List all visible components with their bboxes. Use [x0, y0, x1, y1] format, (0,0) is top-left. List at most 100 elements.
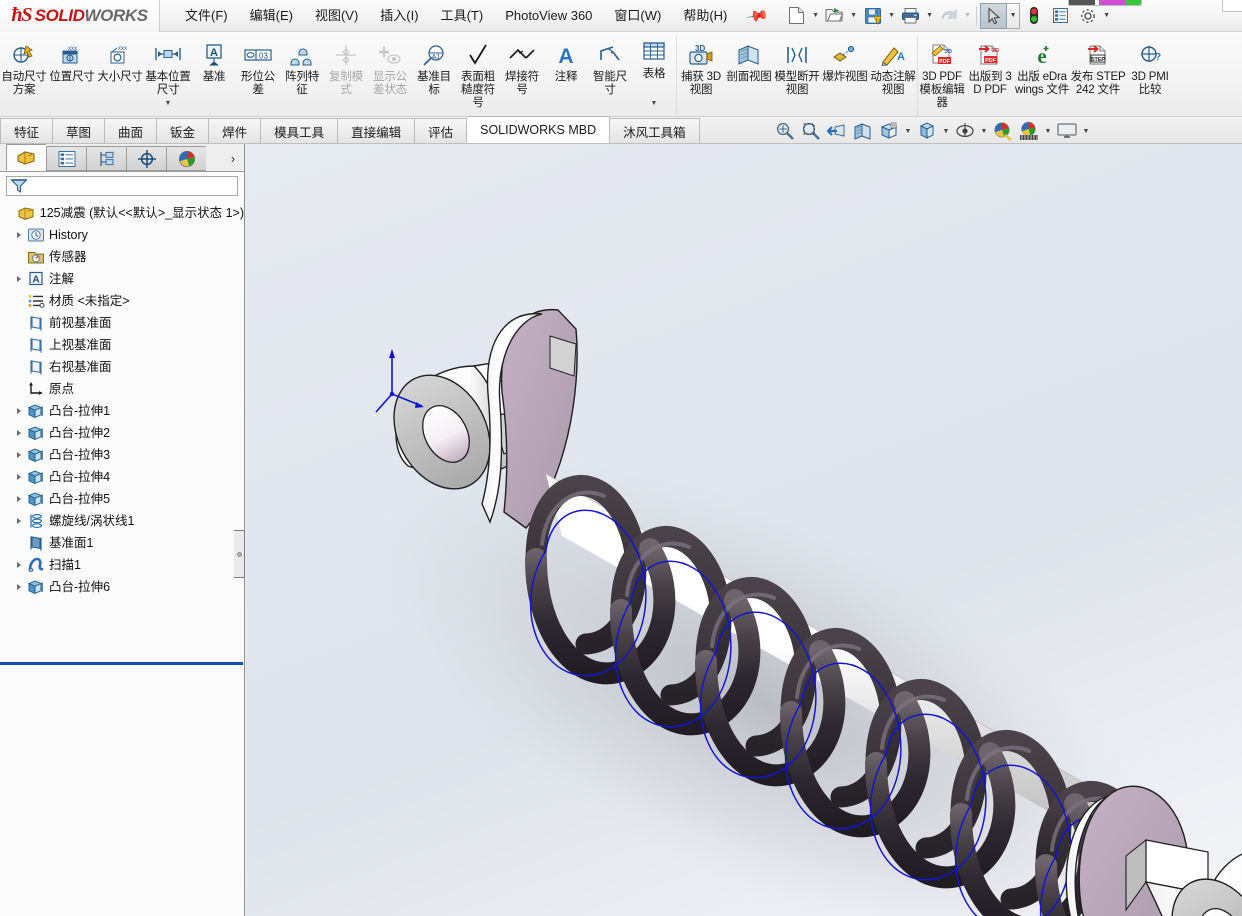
cmd-smart-dimension[interactable]: 智能尺寸 [588, 36, 632, 108]
cmd-capture-3d-view[interactable]: 3D 捕获 3D 视图 [677, 36, 725, 108]
cmd-exploded-view[interactable]: 爆炸视图 [821, 36, 869, 108]
tab-mold-tools[interactable]: 模具工具 [261, 118, 339, 143]
cmd-3d-pmi-compare[interactable]: ? 3D PMI 比较 [1126, 36, 1174, 108]
tree-node-boss-extrude-4[interactable]: 凸台-拉伸4 [2, 466, 244, 488]
expand-arrow-icon[interactable] [12, 422, 26, 444]
floating-popup-clipped-2[interactable] [1222, 0, 1242, 12]
cmd-surface-finish[interactable]: 表面粗糙度符号 [456, 36, 500, 110]
tree-node-plane-1[interactable]: 基准面1 [2, 532, 244, 554]
feature-tree-filter-input[interactable] [6, 176, 238, 196]
view-settings-caret-icon[interactable]: ▼ [1080, 119, 1092, 143]
view-orientation-caret-icon[interactable]: ▼ [902, 119, 914, 143]
cmd-size-dimension[interactable]: xxx 大小尺寸 [96, 36, 144, 108]
cmd-weld-symbol[interactable]: 焊接符号 [500, 36, 544, 108]
cmd-note[interactable]: A 注释 [544, 36, 588, 108]
feature-manager-tab[interactable] [6, 144, 46, 171]
graphics-area[interactable] [246, 144, 1242, 916]
solidworks-logo[interactable]: ћS SOLIDWORKS [0, 0, 160, 32]
tab-weldments[interactable]: 焊件 [209, 118, 262, 143]
cmd-broken-view[interactable]: 模型断开视图 [773, 36, 821, 108]
cmd-datum-target[interactable]: A1 基准目标 [412, 36, 456, 108]
tab-surfaces[interactable]: 曲面 [105, 118, 158, 143]
tab-sketch[interactable]: 草图 [53, 118, 106, 143]
expand-arrow-icon[interactable] [12, 488, 26, 510]
cmd-datum[interactable]: A 基准 [192, 36, 236, 108]
cmd-3d-pdf-template-editor[interactable]: PDF 3D 3D PDF 模板编辑器 [918, 36, 966, 110]
hide-show-caret-icon[interactable]: ▼ [978, 119, 990, 143]
tree-node-right-plane[interactable]: 右视基准面 [2, 356, 244, 378]
menu-window[interactable]: 窗口(W) [603, 4, 672, 28]
view-settings-icon[interactable] [1054, 119, 1080, 143]
cmd-geometric-tolerance[interactable]: 03 形位公差 [236, 36, 280, 108]
cmd-publish-step242[interactable]: STEP 发布 STEP 242 文件 [1070, 36, 1126, 108]
menu-tools[interactable]: 工具(T) [430, 4, 495, 28]
chevron-down-icon[interactable]: ▼ [165, 100, 172, 107]
cmd-basic-location-dimension[interactable]: 基本位置尺寸 ▼ [144, 36, 192, 108]
dimxpert-manager-tab[interactable] [126, 146, 166, 171]
tab-solidworks-mbd[interactable]: SOLIDWORKS MBD [467, 116, 611, 143]
tab-mufeng-toolbox[interactable]: 沐风工具箱 [610, 118, 700, 143]
expand-arrow-icon[interactable] [12, 224, 26, 246]
cmd-pattern-feature[interactable]: 阵列特征 [280, 36, 324, 108]
display-style-icon[interactable] [914, 119, 940, 143]
cmd-publish-edrawings[interactable]: e 出版 eDrawings 文件 [1014, 36, 1070, 108]
tab-direct-editing[interactable]: 直接编辑 [338, 118, 416, 143]
edit-appearance-icon[interactable] [990, 119, 1016, 143]
options-gear-icon[interactable] [1074, 3, 1101, 29]
tab-sheet-metal[interactable]: 钣金 [157, 118, 210, 143]
tab-features[interactable]: 特征 [0, 118, 54, 143]
floating-popup-clipped[interactable] [1068, 0, 1142, 6]
display-manager-tab[interactable] [166, 146, 206, 171]
open-document-icon[interactable] [821, 3, 848, 29]
menu-insert[interactable]: 插入(I) [369, 4, 429, 28]
tab-evaluate[interactable]: 评估 [415, 118, 468, 143]
apply-scene-caret-icon[interactable]: ▼ [1042, 119, 1054, 143]
tree-node-boss-extrude-1[interactable]: 凸台-拉伸1 [2, 400, 244, 422]
undo-caret-icon[interactable]: ▼ [962, 3, 973, 29]
menu-photoview[interactable]: PhotoView 360 [494, 4, 603, 28]
tree-node-boss-extrude-3[interactable]: 凸台-拉伸3 [2, 444, 244, 466]
display-style-caret-icon[interactable]: ▼ [940, 119, 952, 143]
expand-arrow-icon[interactable] [12, 268, 26, 290]
tree-node-boss-extrude-5[interactable]: 凸台-拉伸5 [2, 488, 244, 510]
chevron-right-icon[interactable]: › [222, 146, 244, 171]
tree-node-sweep-1[interactable]: 扫描1 [2, 554, 244, 576]
tree-node-helix-spiral-1[interactable]: 螺旋线/涡状线1 [2, 510, 244, 532]
expand-arrow-icon[interactable] [12, 466, 26, 488]
tree-node-boss-extrude-2[interactable]: 凸台-拉伸2 [2, 422, 244, 444]
rollback-bar[interactable] [0, 662, 243, 665]
expand-arrow-icon[interactable] [12, 554, 26, 576]
cmd-location-dimension[interactable]: xxx 位置尺寸 [48, 36, 96, 108]
cmd-section-view[interactable]: 剖面视图 [725, 36, 773, 108]
tree-node-boss-extrude-6[interactable]: 凸台-拉伸6 [2, 576, 244, 598]
previous-view-icon[interactable] [824, 119, 850, 143]
menu-view[interactable]: 视图(V) [304, 4, 369, 28]
cmd-publish-3d-pdf[interactable]: PDF 3D 出版到 3D PDF [966, 36, 1014, 108]
zoom-to-fit-icon[interactable] [772, 119, 798, 143]
apply-scene-icon[interactable] [1016, 119, 1042, 143]
save-document-icon[interactable]: ! [859, 3, 886, 29]
property-manager-tab[interactable] [46, 146, 86, 171]
cmd-table[interactable]: 表格 ▼ [632, 36, 676, 108]
tree-node-front-plane[interactable]: 前视基准面 [2, 312, 244, 334]
pushpin-icon[interactable]: 📌 [745, 3, 771, 29]
tree-node-material[interactable]: 材质 <未指定> [2, 290, 244, 312]
select-pointer-icon[interactable] [980, 2, 1008, 29]
options-caret-icon[interactable]: ▼ [1101, 3, 1112, 29]
menu-help[interactable]: 帮助(H) [672, 4, 738, 28]
expand-arrow-icon[interactable] [12, 576, 26, 598]
expand-arrow-icon[interactable] [12, 510, 26, 532]
view-orientation-icon[interactable] [876, 119, 902, 143]
new-document-icon[interactable] [783, 3, 810, 29]
expand-arrow-icon[interactable] [12, 400, 26, 422]
tree-root-node[interactable]: 125减震 (默认<<默认>_显示状态 1>) [2, 202, 244, 224]
panel-splitter-handle[interactable] [234, 530, 245, 578]
new-document-caret-icon[interactable]: ▼ [810, 3, 821, 29]
cmd-dynamic-annotation-view[interactable]: A 动态注解视图 [869, 36, 917, 108]
tree-node-origin[interactable]: 原点 [2, 378, 244, 400]
hide-show-items-icon[interactable] [952, 119, 978, 143]
zoom-to-area-icon[interactable] [798, 119, 824, 143]
cmd-auto-dimension-scheme[interactable]: 自动尺寸方案 [0, 36, 48, 108]
menu-file[interactable]: 文件(F) [174, 4, 239, 28]
tree-node-sensors[interactable]: 传感器 [2, 246, 244, 268]
